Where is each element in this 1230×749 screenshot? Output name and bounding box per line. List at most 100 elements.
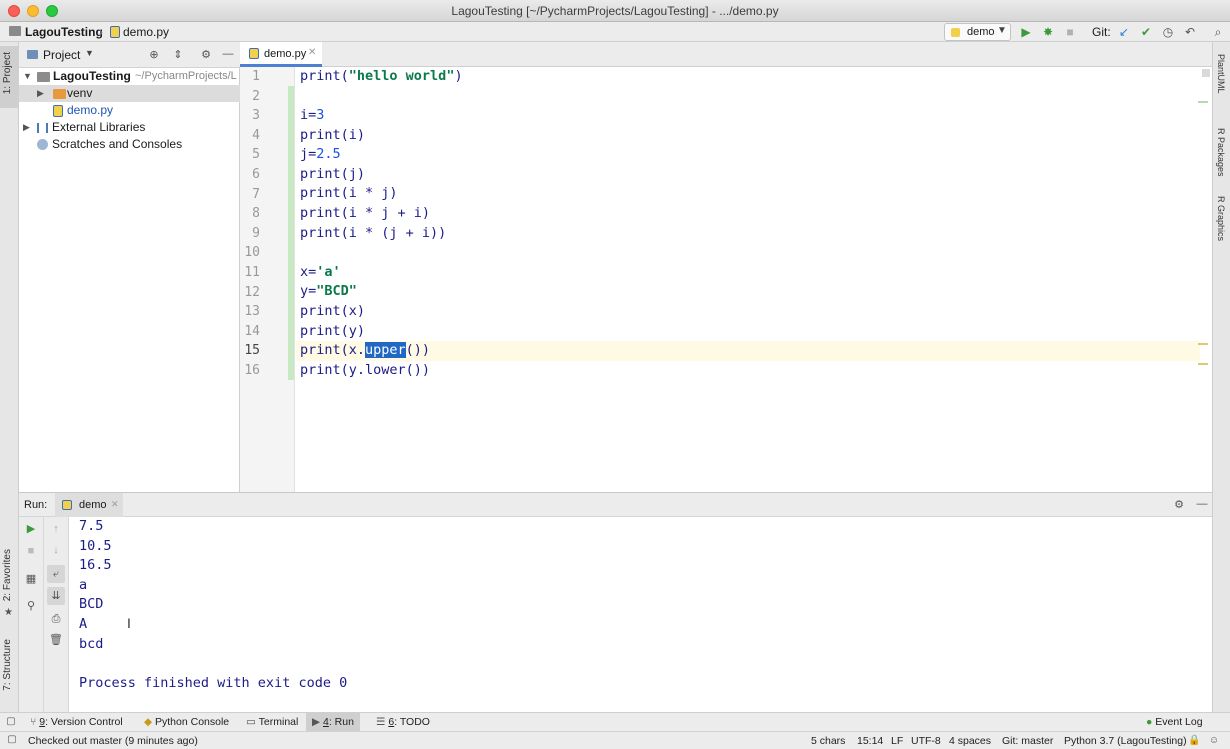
- tab-terminal[interactable]: ▭ Terminal: [246, 716, 298, 728]
- tab-label: : Run: [328, 716, 354, 728]
- line-number[interactable]: 14: [240, 322, 260, 342]
- search-icon[interactable]: ⌕: [1210, 24, 1226, 40]
- git-update-icon[interactable]: ↙: [1116, 24, 1132, 40]
- tree-item-external-libraries[interactable]: ▶ External Libraries: [19, 119, 240, 136]
- scroll-marker[interactable]: [1198, 363, 1208, 365]
- pin-icon[interactable]: ⚲: [24, 599, 38, 613]
- hide-panel-icon[interactable]: —: [221, 47, 235, 61]
- soft-wrap-icon[interactable]: ⤶: [47, 565, 65, 583]
- git-history-icon[interactable]: ◷: [1160, 24, 1176, 40]
- status-indent[interactable]: 4 spaces: [949, 735, 991, 747]
- print-icon[interactable]: ⎙: [49, 612, 63, 626]
- close-tab-icon[interactable]: ✕: [308, 47, 316, 58]
- python-file-icon: [249, 48, 259, 59]
- lock-icon[interactable]: 🔒: [1188, 734, 1200, 748]
- trash-icon[interactable]: 🗑: [49, 633, 63, 647]
- python-run-icon: [62, 500, 72, 510]
- status-message[interactable]: Checked out master (9 minutes ago): [28, 735, 198, 747]
- tool-window-bar: ▢ ⑂ 9: Version Control ◆ Python Console …: [0, 712, 1230, 731]
- tree-item-venv[interactable]: ▶ venv: [19, 85, 240, 102]
- scroll-marker[interactable]: [1198, 343, 1208, 345]
- text-cursor-icon: I: [127, 615, 131, 631]
- chevron-down-icon[interactable]: ▼: [85, 48, 94, 58]
- line-number[interactable]: 2: [240, 87, 260, 107]
- r-packages-tool-tab[interactable]: R Packages: [1213, 126, 1230, 186]
- line-number[interactable]: 10: [240, 243, 260, 263]
- project-tool-label: 1: Project: [2, 52, 13, 95]
- tree-item-demo-py[interactable]: demo.py: [19, 102, 240, 119]
- close-tab-icon[interactable]: ✕: [111, 499, 119, 510]
- line-number[interactable]: 9: [240, 224, 260, 244]
- git-revert-icon[interactable]: ↶: [1182, 24, 1198, 40]
- line-number[interactable]: 15: [240, 341, 260, 361]
- vcs-change-marker[interactable]: [288, 86, 294, 380]
- toggle-sidebar-icon[interactable]: ▢: [5, 715, 17, 729]
- tab-version-control[interactable]: ⑂ 9: Version Control: [30, 716, 123, 728]
- minimize-window-button[interactable]: [27, 5, 39, 17]
- collapsed-arrow-icon[interactable]: ▶: [37, 85, 44, 102]
- favorites-tool-tab[interactable]: 2: Favorites ★: [0, 547, 19, 618]
- project-tool-tab[interactable]: 1: Project: [0, 46, 19, 108]
- scratches-icon: [37, 139, 48, 150]
- inspection-indicator[interactable]: [1202, 69, 1210, 77]
- status-git-branch[interactable]: Git: master: [1002, 735, 1053, 747]
- line-number[interactable]: 1: [240, 67, 260, 87]
- collapse-all-icon[interactable]: ⇕: [171, 48, 185, 62]
- close-window-button[interactable]: [8, 5, 20, 17]
- status-toggle-icon[interactable]: ▢: [6, 733, 18, 747]
- inspector-icon[interactable]: ☺: [1208, 734, 1220, 748]
- line-number[interactable]: 11: [240, 263, 260, 283]
- line-number[interactable]: 8: [240, 204, 260, 224]
- line-number[interactable]: 3: [240, 106, 260, 126]
- r-graphics-tool-tab[interactable]: R Graphics: [1213, 194, 1230, 254]
- tab-demo-py[interactable]: demo.py ✕: [240, 42, 322, 67]
- hide-panel-icon[interactable]: —: [1195, 497, 1209, 511]
- status-caret-position[interactable]: 15:14: [857, 735, 883, 747]
- plantuml-tool-tab[interactable]: PlantUML: [1213, 52, 1230, 112]
- line-number[interactable]: 7: [240, 185, 260, 205]
- breadcrumb-project[interactable]: LagouTesting: [25, 25, 103, 39]
- collapsed-arrow-icon[interactable]: ▶: [23, 119, 30, 136]
- layout-icon[interactable]: ▦: [24, 572, 38, 586]
- line-number[interactable]: 12: [240, 283, 260, 303]
- code-editor[interactable]: 1 2 3 4 5 6 7 8 9 10 11 12 13 14 15 16 print("hello wor…: [240, 67, 1212, 492]
- tree-item-scratches[interactable]: Scratches and Consoles: [19, 136, 240, 153]
- stop-icon[interactable]: ■: [1062, 24, 1078, 40]
- zoom-window-button[interactable]: [46, 5, 58, 17]
- status-line-separator[interactable]: LF: [891, 735, 903, 747]
- git-commit-icon[interactable]: ✔: [1138, 24, 1154, 40]
- gear-icon[interactable]: ⚙: [1172, 498, 1186, 512]
- scroll-to-end-icon[interactable]: ⇊: [47, 587, 65, 605]
- breadcrumb-file[interactable]: demo.py: [123, 25, 169, 39]
- status-encoding[interactable]: UTF-8: [911, 735, 941, 747]
- line-number[interactable]: 5: [240, 145, 260, 165]
- debug-icon[interactable]: ✸: [1040, 24, 1056, 40]
- run-icon[interactable]: ▶: [1018, 24, 1034, 40]
- tab-todo[interactable]: ☰ 6: TODO: [376, 716, 430, 728]
- locate-icon[interactable]: ⊕: [147, 48, 161, 62]
- python-config-icon: [951, 28, 960, 37]
- tab-python-console[interactable]: ◆ Python Console: [144, 716, 229, 728]
- line-number[interactable]: 13: [240, 302, 260, 322]
- line-number[interactable]: 4: [240, 126, 260, 146]
- project-view-title[interactable]: Project: [43, 48, 80, 62]
- line-number[interactable]: 6: [240, 165, 260, 185]
- rerun-icon[interactable]: ▶: [24, 522, 38, 536]
- tree-item-project-root[interactable]: ▼ LagouTesting ~/PycharmProjects/L: [19, 68, 240, 85]
- run-tab-demo[interactable]: demo ✕: [55, 493, 123, 517]
- event-log-button[interactable]: ● Event Log: [1146, 716, 1203, 728]
- python-file-icon: [53, 105, 63, 117]
- stop-icon[interactable]: ■: [24, 544, 38, 558]
- run-console[interactable]: 7.5 10.5 16.5 a BCD A bcd Process finish…: [69, 517, 1212, 712]
- status-interpreter[interactable]: Python 3.7 (LagouTesting): [1064, 735, 1187, 747]
- structure-tool-tab[interactable]: 7: Structure: [0, 637, 19, 705]
- arrow-up-icon[interactable]: ↑: [49, 522, 63, 536]
- editor-gutter: 1 2 3 4 5 6 7 8 9 10 11 12 13 14 15 16: [240, 67, 295, 492]
- expanded-arrow-icon[interactable]: ▼: [23, 68, 32, 85]
- scroll-marker[interactable]: [1198, 101, 1208, 103]
- gear-icon[interactable]: ⚙: [199, 48, 213, 62]
- run-config-select[interactable]: demo ▼: [944, 23, 1011, 41]
- tab-run[interactable]: ▶ 4: Run: [306, 713, 360, 731]
- line-number[interactable]: 16: [240, 361, 260, 381]
- arrow-down-icon[interactable]: ↓: [49, 543, 63, 557]
